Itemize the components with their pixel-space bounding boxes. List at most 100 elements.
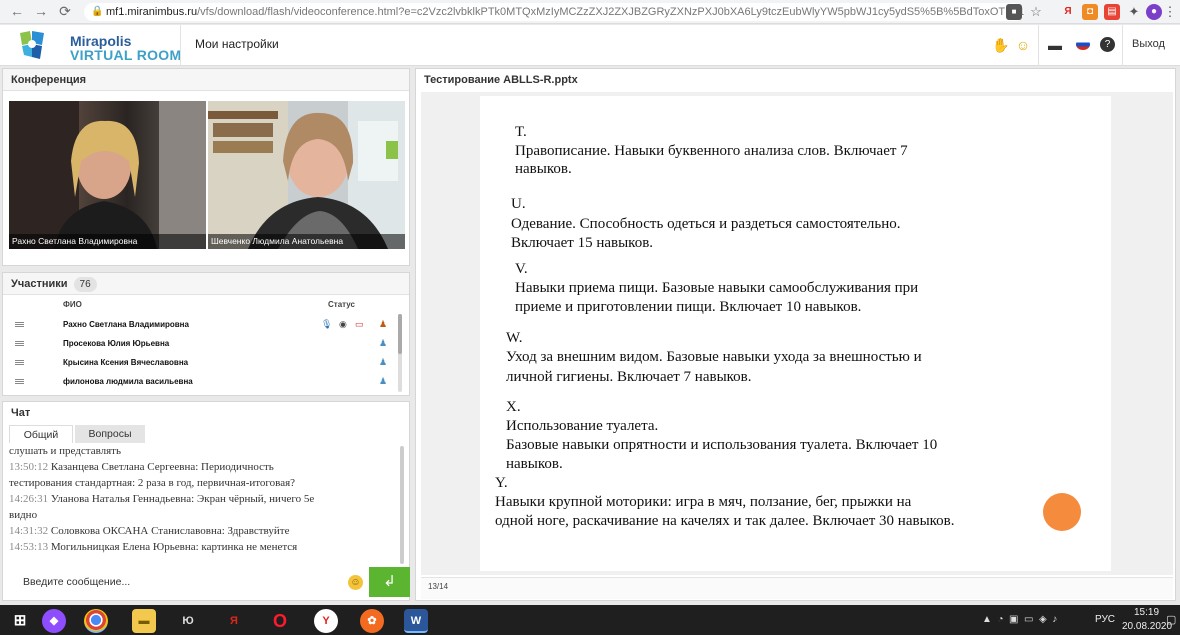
drag-handle-icon[interactable] — [15, 379, 24, 384]
participant-row[interactable]: филонова людмила васильевна ♟ — [9, 372, 393, 391]
slide-text: Уход за внешним видом. Базовые навыки ух… — [506, 349, 922, 365]
user-presenter-icon: ♟ — [379, 319, 388, 329]
webcam-icon[interactable]: ◉ — [339, 315, 347, 334]
chat-text: видно — [9, 509, 38, 521]
star-icon[interactable]: ☆ — [1028, 4, 1044, 20]
tab-questions[interactable]: Вопросы — [75, 425, 145, 443]
conference-title: Конференция — [3, 69, 409, 91]
slide-text: личной гигиены. Включает 7 навыков. — [506, 369, 752, 385]
enter-arrow-icon: ↲ — [383, 573, 396, 590]
slide-text: навыков. — [506, 456, 563, 472]
slide-text: Использование туалета. — [506, 418, 659, 434]
mirapolis-logo-icon — [20, 31, 44, 59]
drag-handle-icon[interactable] — [15, 360, 24, 365]
page-counter: 13/14 — [428, 582, 449, 591]
participant-row[interactable]: Рахно Светлана Владимировна 🎙 ◉ ▭ ♟ — [9, 315, 393, 334]
app-header: Mirapolis VIRTUAL ROOM Мои настройки ✋ ☺… — [0, 25, 1180, 66]
opera-icon[interactable]: O — [268, 609, 292, 633]
clock-date[interactable]: 20.08.2020 — [1122, 621, 1172, 632]
reload-icon[interactable]: ⟳ — [54, 3, 76, 20]
word-icon[interactable]: W — [404, 609, 428, 633]
drag-handle-icon[interactable] — [15, 322, 24, 327]
chrome-icon[interactable] — [84, 609, 108, 633]
chat-message-input[interactable]: Введите сообщение... — [9, 567, 369, 597]
drag-handle-icon[interactable] — [15, 341, 24, 346]
video-participant-name: Шевченко Людмила Анатольевна — [208, 234, 405, 249]
app-yu-icon[interactable]: Ю — [176, 609, 200, 633]
tray-icons[interactable]: ▲ ◔ ▣ ▭ ◈ ♪ — [982, 614, 1057, 625]
puzzle-icon[interactable]: ✦ — [1126, 4, 1142, 20]
help-icon[interactable]: ? — [1100, 37, 1115, 52]
file-explorer-icon[interactable]: ▬ — [132, 609, 156, 633]
user-icon: ♟ — [379, 376, 388, 386]
my-settings-link[interactable]: Мои настройки — [195, 37, 279, 51]
tab-common[interactable]: Общий — [9, 425, 73, 443]
back-icon[interactable]: ← — [6, 3, 28, 19]
header-divider — [1122, 25, 1123, 66]
participant-row[interactable]: Просекова Юлия Юрьевна ♟ — [9, 334, 393, 353]
chat-line: слушать и представлять — [9, 443, 395, 459]
slide-text: Навыки крупной моторики: игра в мяч, пол… — [495, 494, 912, 510]
chat-messages: слушать и представлять 13:50:12 Казанцев… — [9, 443, 395, 564]
chat-time: 14:31:32 — [9, 525, 49, 537]
emoji-icon[interactable]: ☺ — [1014, 36, 1032, 54]
camera-icon[interactable]: ■ — [1006, 4, 1022, 20]
chat-line: 14:31:32 Соловкова ОКСАНА Станиславовна:… — [9, 523, 395, 539]
slide-letter: X. — [506, 399, 521, 415]
participant-name: Рахно Светлана Владимировна — [63, 320, 189, 329]
chat-time: 14:26:31 — [9, 493, 49, 505]
forward-icon[interactable]: → — [30, 3, 52, 19]
video-tile[interactable]: Рахно Светлана Владимировна — [9, 101, 206, 249]
raise-hand-icon[interactable]: ✋ — [992, 36, 1010, 54]
profile-icon[interactable]: ● — [1146, 4, 1162, 20]
slide-text: навыков. — [515, 161, 572, 177]
screen-share-icon[interactable]: ▭ — [355, 315, 364, 334]
chat-line: 13:50:12 Казанцева Светлана Сергеевна: П… — [9, 459, 395, 475]
video-participant-name: Рахно Светлана Владимировна — [9, 234, 206, 249]
shop-ext-icon[interactable]: ◘ — [1082, 4, 1098, 20]
exit-button[interactable]: Выход — [1132, 38, 1165, 50]
slide-text: одной ноге, раскачивание на качелях и та… — [495, 513, 955, 529]
column-header-name[interactable]: ФИО — [63, 300, 82, 309]
url-host: mf1.miranimbus.ru — [106, 6, 198, 18]
participant-name: Просекова Юлия Юрьевна — [63, 339, 170, 348]
chat-text: Казанцева Светлана Сергеевна: Периодично… — [48, 461, 274, 473]
participant-name: Крысина Ксения Вячеславовна — [63, 358, 189, 367]
chat-line: тестирования стандартная: 2 раза в год, … — [9, 475, 395, 491]
input-language[interactable]: РУС — [1095, 614, 1115, 625]
windows-start-icon[interactable]: ⊞ — [8, 609, 32, 633]
emoji-icon[interactable]: ☺ — [348, 575, 363, 590]
chat-text: Соловкова ОКСАНА Станиславовна: Здравств… — [48, 525, 290, 537]
send-button[interactable]: ↲ — [369, 567, 410, 597]
video-tile[interactable]: Шевченко Людмила Анатольевна — [208, 101, 405, 249]
slide: T. Правописание. Навыки буквенного анали… — [480, 96, 1111, 571]
language-flag-icon[interactable] — [1076, 39, 1090, 50]
app-orange-icon[interactable]: ✿ — [360, 609, 384, 633]
user-icon: ♟ — [379, 357, 388, 367]
chat-scrollbar[interactable] — [400, 446, 404, 564]
menu-dots-icon[interactable]: ⋮ — [1162, 4, 1178, 20]
column-header-status[interactable]: Статус — [328, 300, 355, 309]
chat-text: слушать и представлять — [9, 445, 121, 457]
address-bar[interactable]: 🔒 mf1.miranimbus.ru/vfs/download/flash/vi… — [84, 3, 1024, 21]
folder-icon[interactable]: ▬ — [1046, 36, 1064, 54]
chat-title: Чат — [3, 402, 409, 424]
yandex-browser-icon[interactable]: Y — [314, 609, 338, 633]
url-path: /vfs/download/flash/videoconference.html… — [197, 6, 1024, 18]
yandex-icon[interactable]: Я — [222, 609, 246, 633]
alice-assistant-icon[interactable]: ◆ — [42, 609, 66, 633]
participants-scroll-thumb[interactable] — [398, 314, 402, 354]
slide-text: Навыки приема пищи. Базовые навыки самоо… — [515, 280, 919, 296]
clock-time[interactable]: 15:19 — [1134, 607, 1159, 618]
slide-letter: V. — [515, 261, 528, 277]
notifications-icon[interactable]: ▢ — [1166, 613, 1176, 626]
chat-line: видно — [9, 507, 395, 523]
header-divider — [180, 25, 181, 66]
microphone-icon[interactable]: 🎙 — [321, 315, 332, 334]
participant-row[interactable]: Крысина Ксения Вячеславовна ♟ — [9, 353, 393, 372]
browser-toolbar: ← → ⟳ 🔒 mf1.miranimbus.ru/vfs/download/fl… — [0, 0, 1180, 24]
laser-pointer-icon — [1043, 493, 1081, 531]
participants-count-badge: 76 — [73, 277, 97, 292]
reader-ext-icon[interactable]: ▤ — [1104, 4, 1120, 20]
yandex-ext-icon[interactable]: Я — [1060, 4, 1076, 20]
